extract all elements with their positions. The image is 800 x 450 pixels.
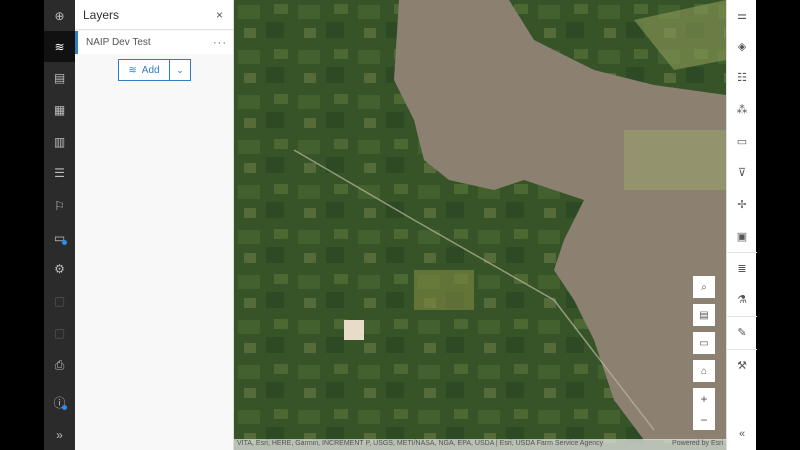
monitor-icon: ▭ <box>699 337 709 349</box>
expand-icon: » <box>56 427 63 442</box>
settings-button[interactable]: ⚙ <box>44 253 75 284</box>
zoom-in-button[interactable]: + <box>693 388 715 409</box>
fullscreen-button[interactable]: ▭ <box>693 332 715 354</box>
align-icon: ≣ <box>737 262 747 275</box>
add-layer-control: ≋ Add ⌄ <box>118 59 191 81</box>
styles-button[interactable]: ◈ <box>727 31 757 61</box>
basemap-icon: ▦ <box>53 102 66 117</box>
imagery-basemap <box>234 0 726 450</box>
print-button[interactable]: ⎙ <box>44 350 75 381</box>
add-button[interactable]: ⊕ <box>44 0 75 31</box>
charts-icon: ▥ <box>53 134 66 149</box>
analysis-button[interactable]: ⚗ <box>727 284 757 314</box>
filter-button[interactable]: ⊽ <box>727 157 757 187</box>
expand-button[interactable]: » <box>44 419 75 450</box>
right-toolbar: ⚌ ◈ ☷ ⁂ ▭ ⊽ ✢ ▣ ≣ ⚗ ✎ ⚒ « <box>726 0 757 450</box>
info-button[interactable]: ⓘ <box>44 387 75 418</box>
add-dropdown-button[interactable]: ⌄ <box>170 60 190 80</box>
properties-button[interactable]: ⚌ <box>727 0 757 30</box>
charts-button[interactable]: ▥ <box>44 126 75 157</box>
add-label: Add <box>141 64 160 76</box>
settings-icon: ⚙ <box>54 261 65 276</box>
print-icon: ⎙ <box>54 358 65 372</box>
fields-button[interactable]: ☷ <box>727 62 757 92</box>
attribution-text[interactable]: VITA, Esri, HERE, Garmin, INCREMENT P, U… <box>237 440 603 449</box>
layers-button[interactable]: ≋ <box>44 31 75 62</box>
panel-title: Layers <box>83 7 120 22</box>
zoom-control: + − <box>693 388 715 430</box>
layer-name: NAIP Dev Test <box>86 37 151 48</box>
basemap-icon: ▤ <box>699 309 709 321</box>
save-icon: ▢ <box>53 293 66 308</box>
add-button[interactable]: ≋ Add <box>119 60 170 80</box>
analysis-icon: ⚗ <box>737 293 747 306</box>
popups-button[interactable]: ▭ <box>727 126 757 156</box>
tools-button[interactable]: ⚒ <box>727 350 757 380</box>
labels-icon: ▣ <box>736 230 748 243</box>
add-icon: ⊕ <box>54 8 65 23</box>
search-button[interactable]: ⌕ <box>693 276 715 298</box>
styles-icon: ◈ <box>737 40 747 53</box>
home-button[interactable]: ⌂ <box>693 360 715 382</box>
sketch-icon: ✎ <box>737 326 747 339</box>
share-button[interactable]: ▢ <box>44 317 75 348</box>
left-toolbar: ⊕ ≋ ▤ ▦ ▥ ☰ ⚐ ▭ ⚙ ▢ ▢ ⎙ ⓘ » <box>44 0 75 450</box>
effects-button[interactable]: ✢ <box>727 189 757 219</box>
map-view[interactable]: ⌕ ▤ ▭ ⌂ + − VITA, Esri, HERE, Garmin, IN… <box>234 0 726 450</box>
effects-icon: ✢ <box>737 198 747 211</box>
save-button[interactable]: ▢ <box>44 285 75 316</box>
panel-header: Layers × <box>75 0 233 30</box>
legend-icon: ☰ <box>54 165 65 180</box>
filter-icon: ⊽ <box>737 166 747 179</box>
powered-by[interactable]: Powered by Esri <box>672 440 723 449</box>
collapse-icon: « <box>738 428 746 440</box>
layers-panel: Layers × NAIP Dev Test ··· ≋ Add ⌄ <box>75 0 234 450</box>
bookmark-button[interactable]: ⚐ <box>44 190 75 221</box>
layers-icon: ≋ <box>128 64 137 76</box>
legend-button[interactable]: ☰ <box>44 157 75 188</box>
home-icon: ⌂ <box>700 365 708 377</box>
layers-icon: ≋ <box>54 39 65 54</box>
zoom-out-button[interactable]: − <box>693 409 715 430</box>
close-icon[interactable]: × <box>216 8 223 22</box>
table-button[interactable]: ▤ <box>44 62 75 93</box>
sketch-button[interactable]: ✎ <box>727 317 757 347</box>
table-icon: ▤ <box>53 70 66 85</box>
align-button[interactable]: ≣ <box>727 253 757 283</box>
notification-dot <box>62 240 67 245</box>
basemap-button[interactable]: ▦ <box>44 94 75 125</box>
fields-icon: ☷ <box>737 71 747 84</box>
properties-icon: ⚌ <box>737 9 747 22</box>
bookmark-icon: ⚐ <box>54 198 65 213</box>
basemap-toggle-button[interactable]: ▤ <box>693 304 715 326</box>
layer-item[interactable]: NAIP Dev Test ··· <box>75 31 233 54</box>
tools-icon: ⚒ <box>737 359 747 372</box>
search-icon: ⌕ <box>701 281 707 293</box>
share-icon: ▢ <box>53 325 66 340</box>
clustering-icon: ⁂ <box>736 103 748 116</box>
labels-button[interactable]: ▣ <box>727 221 757 251</box>
popups-icon: ▭ <box>736 135 748 148</box>
folder-button[interactable]: ▭ <box>44 222 75 253</box>
clustering-button[interactable]: ⁂ <box>727 94 757 124</box>
collapse-button[interactable]: « <box>727 419 757 449</box>
attribution-bar: VITA, Esri, HERE, Garmin, INCREMENT P, U… <box>234 439 726 450</box>
more-options-icon[interactable]: ··· <box>213 37 227 49</box>
notification-dot <box>62 405 67 410</box>
